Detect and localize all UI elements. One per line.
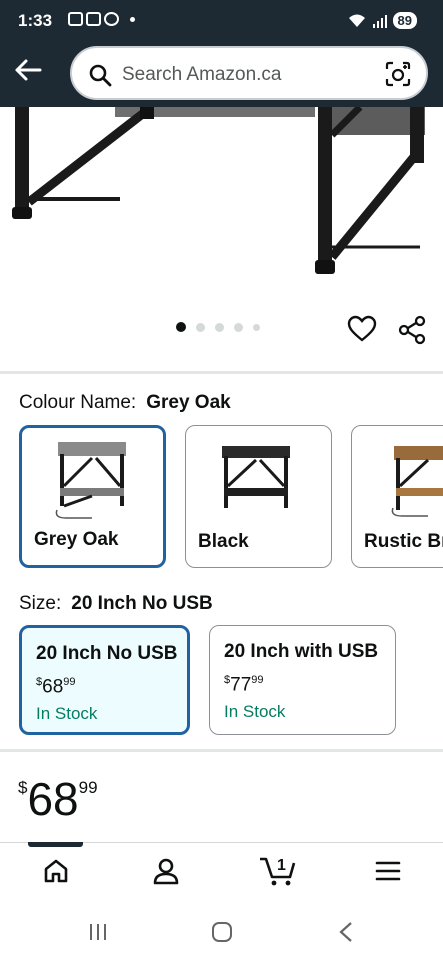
screenshot-icon <box>68 12 83 26</box>
colour-option-rustic-brown[interactable]: Rustic Br <box>351 425 443 568</box>
signal-icon <box>372 14 387 28</box>
size-option-price: $6899 <box>36 676 76 698</box>
size-option-20-inch-with-usb[interactable]: 20 Inch with USB $7799 In Stock <box>209 625 396 735</box>
cart-icon[interactable]: 1 <box>258 853 298 887</box>
active-tab-indicator <box>28 842 83 847</box>
colour-option-label: Rustic Br <box>364 531 443 552</box>
size-selected: 20 Inch No USB <box>71 593 213 614</box>
more-notifications-icon <box>130 16 135 22</box>
black-table-thumbnail <box>222 446 290 508</box>
status-bar: 1:33 89 <box>0 0 443 42</box>
price-cents: 99 <box>78 778 98 797</box>
rustic-brown-table-thumbnail <box>391 446 443 517</box>
carousel-dot[interactable] <box>215 322 224 332</box>
back-arrow-icon[interactable] <box>14 58 42 82</box>
size-option-title: 20 Inch No USB <box>36 643 178 664</box>
size-option-title: 20 Inch with USB <box>224 641 379 662</box>
size-option-stock: In Stock <box>224 702 286 721</box>
menu-icon[interactable] <box>374 857 402 885</box>
product-photo <box>12 107 425 274</box>
home-button-icon[interactable] <box>211 921 233 943</box>
share-icon[interactable] <box>398 315 426 345</box>
bottom-navigation: 1 <box>0 842 443 902</box>
mail-icon <box>86 12 101 26</box>
home-icon[interactable] <box>42 857 70 885</box>
colour-option-label: Grey Oak <box>34 529 119 550</box>
system-navigation-bar <box>0 902 443 960</box>
section-divider <box>0 749 443 752</box>
size-label: Size: <box>19 593 62 614</box>
colour-option-label: Black <box>198 531 249 552</box>
whatsapp-icon <box>104 12 119 26</box>
carousel-dot[interactable] <box>253 323 260 331</box>
colour-label: Colour Name: <box>19 392 137 413</box>
carousel-dot[interactable] <box>196 322 205 332</box>
top-bar: 1:33 89 Search Amazon.ca <box>0 0 443 107</box>
grey-oak-table-thumbnail <box>55 442 126 519</box>
search-bar[interactable]: Search Amazon.ca <box>70 46 428 100</box>
back-button-icon[interactable] <box>338 921 354 943</box>
status-time: 1:33 <box>18 11 53 30</box>
colour-name-row: Colour Name: Grey Oak <box>19 392 231 414</box>
recent-apps-icon[interactable] <box>88 922 108 942</box>
account-icon[interactable] <box>152 857 180 885</box>
price-currency: $ <box>18 778 28 797</box>
section-divider <box>0 371 443 374</box>
search-input[interactable]: Search Amazon.ca <box>122 64 281 86</box>
carousel-dot-active[interactable] <box>176 322 186 332</box>
size-option-stock: In Stock <box>36 704 98 723</box>
product-image[interactable] <box>0 107 443 307</box>
size-row: Size: 20 Inch No USB <box>19 593 213 615</box>
search-icon <box>89 64 112 87</box>
cart-count: 1 <box>277 857 286 874</box>
size-option-price: $7799 <box>224 674 264 696</box>
colour-option-black[interactable]: Black <box>185 425 332 568</box>
colour-selected: Grey Oak <box>146 392 231 413</box>
battery-indicator: 89 <box>392 12 417 29</box>
colour-option-grey-oak[interactable]: Grey Oak <box>19 425 166 568</box>
carousel-dot[interactable] <box>234 322 243 332</box>
price-whole: 68 <box>27 773 79 825</box>
size-option-20-inch-no-usb[interactable]: 20 Inch No USB $6899 In Stock <box>19 625 190 735</box>
camera-search-icon[interactable] <box>384 60 412 88</box>
product-price: $6899 <box>18 772 98 826</box>
image-carousel-dots[interactable] <box>176 322 260 332</box>
wifi-icon <box>348 14 365 27</box>
notification-icons <box>68 12 135 26</box>
heart-icon[interactable] <box>347 315 377 343</box>
